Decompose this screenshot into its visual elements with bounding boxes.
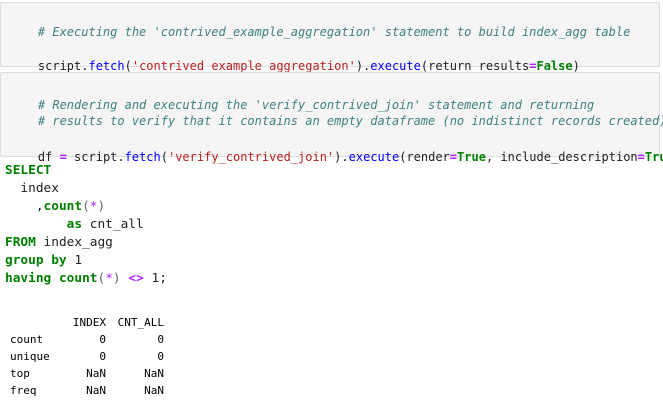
sql-paren-close: ) xyxy=(97,199,106,214)
sql-not-equal: <> xyxy=(128,271,144,286)
execute-call: execute xyxy=(348,150,400,164)
cell-index: NaN xyxy=(86,384,106,397)
code-cell-aggregation[interactable]: # Executing the 'contrived_example_aggre… xyxy=(0,2,660,73)
sql-paren-open: ( xyxy=(82,199,90,214)
param-value: True xyxy=(644,150,663,164)
sql-having: having xyxy=(5,271,52,286)
param-close: ) xyxy=(572,59,580,73)
comment-text: # Executing the 'contrived_example_aggre… xyxy=(37,25,631,39)
open-paren: ( xyxy=(124,59,132,73)
script-ref: script. xyxy=(37,59,89,73)
code-cell-verify[interactable]: # Rendering and executing the 'verify_co… xyxy=(0,72,663,164)
sql-index: index xyxy=(5,181,59,196)
cell-cnt-all: NaN xyxy=(144,384,164,397)
sql-group-value: 1 xyxy=(66,253,83,268)
param-render: render xyxy=(406,150,450,164)
sql-space xyxy=(51,271,59,286)
sql-count: count xyxy=(43,199,83,214)
row-label: freq xyxy=(10,384,37,397)
sql-paren-close: ) xyxy=(112,271,121,286)
sql-star: * xyxy=(89,199,98,214)
table-header-row: INDEX CNT_ALL xyxy=(10,314,164,331)
cell-index: 0 xyxy=(99,350,106,363)
rendered-sql-output: SELECT index ,count(*) as cnt_all FROM i… xyxy=(5,162,167,288)
param-value: False xyxy=(536,59,573,73)
execute-call: execute xyxy=(370,59,421,73)
param-name: return_results xyxy=(428,59,530,73)
sql-select: SELECT xyxy=(5,163,52,178)
sql-comma: , xyxy=(5,199,44,214)
sql-group-by: group by xyxy=(5,253,67,268)
dataframe-output: INDEX CNT_ALL count 0 0 unique 0 0 top N… xyxy=(10,314,164,399)
param-value: True xyxy=(457,150,486,164)
table-row: top NaN NaN xyxy=(10,365,164,382)
sql-star: * xyxy=(105,271,113,286)
table-row: count 0 0 xyxy=(10,331,164,348)
sql-alias: cnt_all xyxy=(82,217,144,232)
fetch-arg: 'contrived_example_aggregation' xyxy=(131,59,356,73)
row-label: top xyxy=(10,367,30,380)
row-label: unique xyxy=(10,350,50,363)
comma: , xyxy=(485,150,501,164)
sql-tail: 1; xyxy=(143,271,167,286)
dot: . xyxy=(341,150,349,164)
param-include-description: include_description xyxy=(500,150,638,164)
dataframe-table: INDEX CNT_ALL count 0 0 unique 0 0 top N… xyxy=(10,314,164,399)
sql-table: index_agg xyxy=(35,235,113,250)
sql-as: as xyxy=(66,217,83,232)
sql-from: FROM xyxy=(5,235,36,250)
cell-cnt-all: 0 xyxy=(157,350,164,363)
fetch-arg: 'verify_contrived_join' xyxy=(167,150,335,164)
cell-cnt-all: NaN xyxy=(144,367,164,380)
sql-having-count: count xyxy=(58,271,98,286)
equals: = xyxy=(637,150,645,164)
table-row: freq NaN NaN xyxy=(10,382,164,399)
param-open: ( xyxy=(420,59,429,73)
column-header-blank xyxy=(10,314,60,331)
equals: = xyxy=(449,150,458,164)
sql-indent xyxy=(5,217,67,232)
fetch-call: fetch xyxy=(88,59,125,73)
cell-index: NaN xyxy=(86,367,106,380)
row-label: count xyxy=(10,333,44,346)
comment-text: # results to verify that it contains an … xyxy=(37,114,663,128)
table-row: unique 0 0 xyxy=(10,348,164,365)
column-header-cnt-all: CNT_ALL xyxy=(117,316,164,329)
cell-index: 0 xyxy=(99,333,106,346)
cell-cnt-all: 0 xyxy=(157,333,164,346)
close-paren: ) xyxy=(355,59,364,73)
column-header-index: INDEX xyxy=(72,316,106,329)
